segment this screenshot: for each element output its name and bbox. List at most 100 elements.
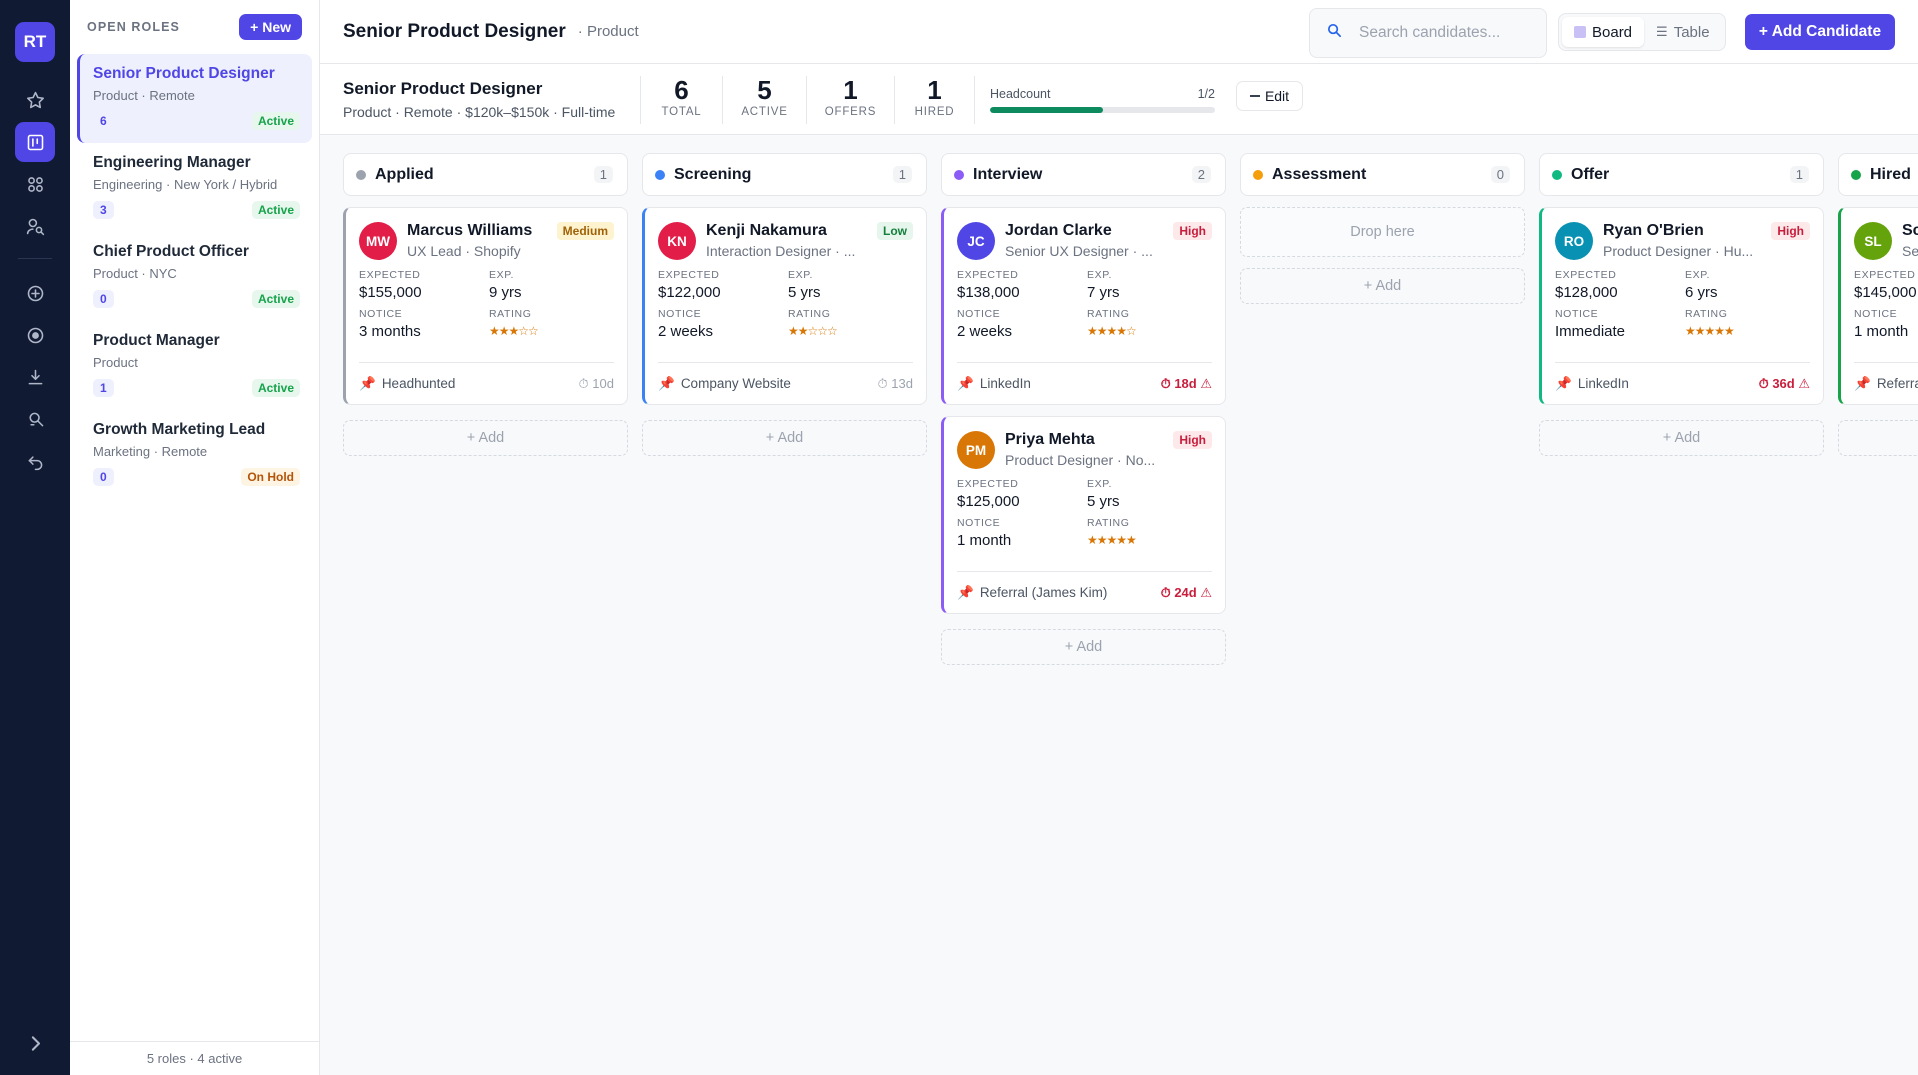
role-summary: Senior Product Designer Product · Remote… xyxy=(320,64,1918,135)
column-header[interactable]: Offer 1 xyxy=(1539,153,1824,196)
candidate-card[interactable]: MW Marcus Williams UX Lead · Shopify Medium… xyxy=(343,207,628,405)
pin-icon: 📌 xyxy=(359,375,376,391)
avatar: PM xyxy=(957,431,995,469)
candidate-card[interactable]: RO Ryan O'Brien Product Designer · Hu... Hi… xyxy=(1539,207,1824,405)
search-placeholder: Search candidates... xyxy=(1359,24,1501,41)
app-logo[interactable]: RT xyxy=(15,22,55,62)
candidate-card[interactable]: JC Jordan Clarke Senior UX Designer · ... H… xyxy=(941,207,1226,405)
undo-icon[interactable] xyxy=(15,441,55,481)
candidate-card[interactable]: PM Priya Mehta Product Designer · No... Hig… xyxy=(941,416,1226,614)
new-role-button[interactable]: + New xyxy=(239,14,302,40)
pin-icon: 📌 xyxy=(658,375,675,391)
stat-label: OFFERS xyxy=(824,106,877,118)
download-icon[interactable] xyxy=(15,357,55,397)
edit-button[interactable]: Edit xyxy=(1236,81,1303,111)
user-search-icon[interactable] xyxy=(15,206,55,246)
expected-field: EXPECTED $145,000 xyxy=(1854,269,1918,301)
avatar: KN xyxy=(658,222,696,260)
add-card-button[interactable]: + Add xyxy=(941,629,1226,665)
candidate-role: Product Designer · No... xyxy=(1005,452,1156,468)
column-status-dot xyxy=(356,169,366,180)
column-header[interactable]: Screening 1 xyxy=(642,153,927,196)
candidate-card[interactable]: KN Kenji Nakamura Interaction Designer · .… xyxy=(642,207,927,405)
status-badge: Active xyxy=(251,290,300,308)
add-candidate-button[interactable]: + Add Candidate xyxy=(1745,14,1895,50)
notice-value: 1 month xyxy=(1854,323,1909,340)
board-view-button[interactable]: Board xyxy=(1562,17,1645,47)
stat-value: 5 xyxy=(757,75,772,105)
column-header[interactable]: Hired xyxy=(1838,153,1918,196)
experience-field: EXP. 5 yrs xyxy=(788,269,913,301)
role-name: Engineering Manager xyxy=(93,154,251,171)
notice-label: NOTICE xyxy=(658,308,702,320)
notice-field: NOTICE 2 weeks xyxy=(957,308,1087,340)
table-view-label: Table xyxy=(1673,23,1710,41)
roles-title: OPEN ROLES xyxy=(87,20,180,34)
column-title: Applied xyxy=(375,165,434,183)
headcount-bar-fill xyxy=(990,107,1103,113)
roles-panel: OPEN ROLES + New Senior Product Designer… xyxy=(70,0,320,1075)
role-item[interactable]: Growth Marketing Lead Marketing · Remote 0… xyxy=(77,410,312,499)
grid-icon[interactable] xyxy=(15,164,55,204)
rating-field: RATING ★★☆☆☆ xyxy=(788,308,913,340)
target-icon[interactable] xyxy=(15,315,55,355)
add-card-button[interactable]: + Add xyxy=(1240,268,1525,304)
add-card-button[interactable]: + Add xyxy=(642,420,927,456)
chevron-right-icon[interactable] xyxy=(15,1023,55,1063)
expected-value: $128,000 xyxy=(1555,284,1618,301)
expected-value: $138,000 xyxy=(957,284,1020,301)
column-header[interactable]: Applied 1 xyxy=(343,153,628,196)
experience-label: EXP. xyxy=(1087,478,1112,490)
role-item[interactable]: Engineering Manager Engineering · New Yor… xyxy=(77,143,312,232)
rating-field: RATING ★★★★☆ xyxy=(1087,308,1212,340)
plus-circle-icon[interactable] xyxy=(15,273,55,313)
role-list: Senior Product Designer Product · Remote 6… xyxy=(70,54,319,499)
notice-value: Immediate xyxy=(1555,323,1626,340)
column-title: Offer xyxy=(1571,165,1610,183)
search-icon xyxy=(1326,22,1343,44)
column-header[interactable]: Assessment 0 xyxy=(1240,153,1525,196)
expected-label: EXPECTED xyxy=(359,269,421,281)
candidate-name: Jordan Clarke xyxy=(1005,222,1112,239)
candidate-role: Product Designer · Hu... xyxy=(1603,243,1754,259)
roles-header: OPEN ROLES + New xyxy=(70,0,319,54)
candidate-card[interactable]: SLScSeEXPECTED$145,000EXP.NOTICE1 monthR… xyxy=(1838,207,1918,405)
column-count: 2 xyxy=(1191,166,1211,183)
candidate-info: Sc Se xyxy=(1902,222,1918,259)
experience-value: 5 yrs xyxy=(1087,493,1120,510)
candidate-name: Kenji Nakamura xyxy=(706,222,827,239)
days-in-stage: ⏱ 24d ⚠ xyxy=(1160,584,1212,600)
add-card-button[interactable]: + Add xyxy=(1838,420,1918,456)
role-item[interactable]: Product Manager Product 1 Active xyxy=(77,321,312,410)
column-count: 0 xyxy=(1490,166,1510,183)
add-card-button[interactable]: + Add xyxy=(343,420,628,456)
table-view-button[interactable]: ☰ Table xyxy=(1644,17,1722,47)
status-badge: Active xyxy=(251,112,300,130)
role-item[interactable]: Chief Product Officer Product · NYC 0 Activ… xyxy=(77,232,312,321)
rating-stars: ★★★☆☆ xyxy=(489,324,539,338)
experience-field: EXP. 7 yrs xyxy=(1087,269,1212,301)
column-header[interactable]: Interview 2 xyxy=(941,153,1226,196)
expected-field: EXPECTED $125,000 xyxy=(957,478,1087,510)
add-card-button[interactable]: + Add xyxy=(1539,420,1824,456)
board-icon[interactable] xyxy=(15,122,55,162)
column-count: 1 xyxy=(1789,166,1809,183)
expected-label: EXPECTED xyxy=(658,269,720,281)
drop-zone[interactable]: Drop here xyxy=(1240,207,1525,257)
search-input[interactable]: Search candidates... xyxy=(1309,8,1547,58)
rating-field: RATING ★★★★★ xyxy=(1685,308,1810,340)
kanban-board: Applied 1 MW Marcus Williams UX Lead · Shopi… xyxy=(343,153,1918,665)
experience-value: 9 yrs xyxy=(489,284,522,301)
column-applied: Applied 1 MW Marcus Williams UX Lead · Shopi… xyxy=(343,153,628,665)
candidate-source: 📌 LinkedIn xyxy=(1555,376,1629,392)
candidate-details: EXPECTED $125,000 EXP. 5 yrs NOTICE 1 month RA… xyxy=(957,478,1212,549)
expected-label: EXPECTED xyxy=(1854,269,1916,281)
notice-value: 2 weeks xyxy=(957,323,1013,340)
star-icon[interactable] xyxy=(15,80,55,120)
search-user-icon[interactable] xyxy=(15,399,55,439)
card-footer: 📌 Headhunted ⏱ 10d xyxy=(359,362,614,404)
candidate-info: Kenji Nakamura Interaction Designer · ... xyxy=(706,222,877,259)
role-item[interactable]: Senior Product Designer Product · Remote 6… xyxy=(77,54,312,143)
table-view-icon: ☰ xyxy=(1656,24,1668,39)
experience-label: EXP. xyxy=(489,269,514,281)
